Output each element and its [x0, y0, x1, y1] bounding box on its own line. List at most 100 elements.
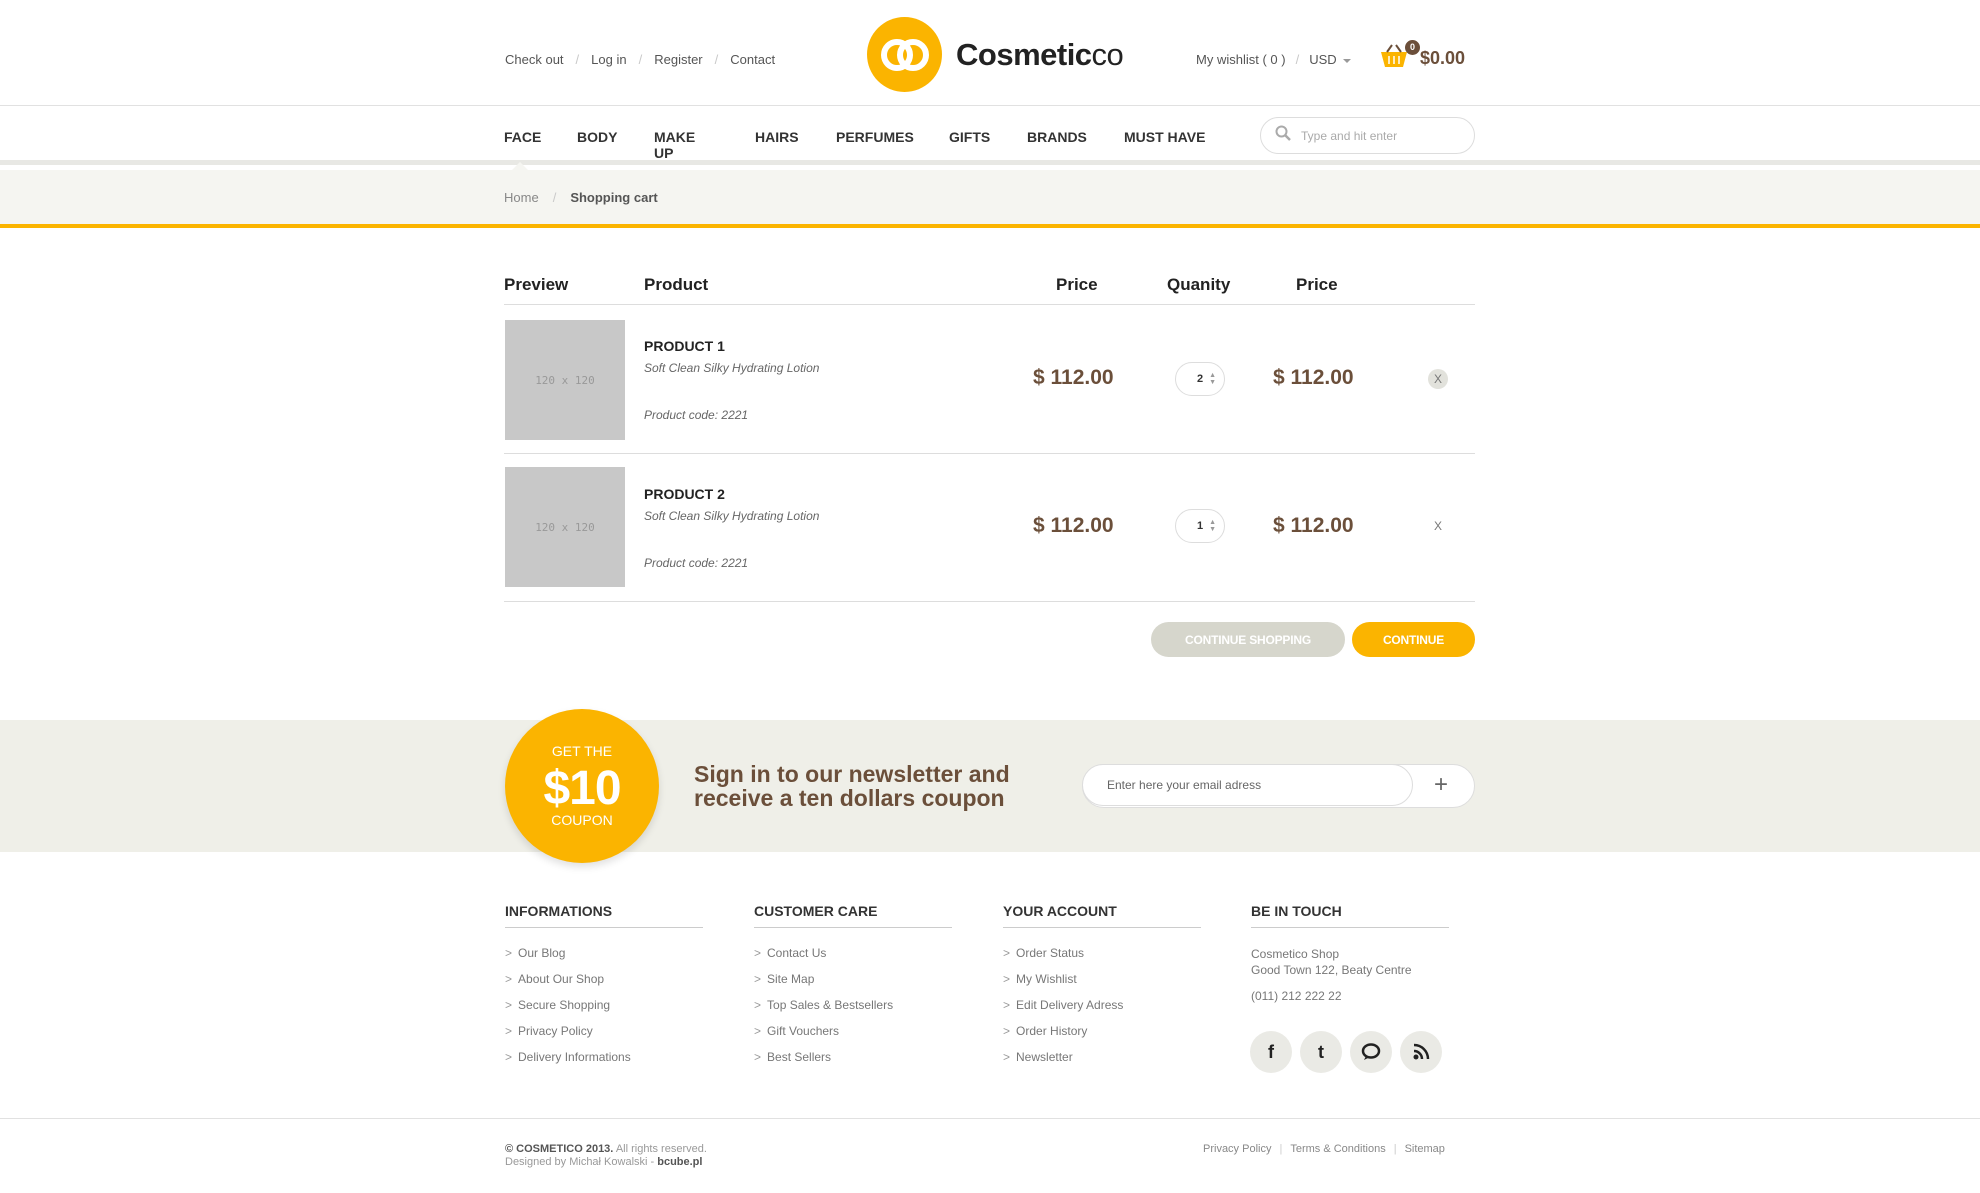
- shop-address: Good Town 122, Beaty Centre: [1251, 963, 1412, 977]
- twitter-icon[interactable]: t: [1300, 1031, 1342, 1073]
- product-name[interactable]: PRODUCT 1: [644, 338, 725, 354]
- header-utilities: My wishlist ( 0 ) / USD: [1196, 52, 1351, 67]
- separator: |: [1279, 1143, 1283, 1155]
- product-name[interactable]: PRODUCT 2: [644, 486, 725, 502]
- footer-link[interactable]: > Privacy Policy: [505, 1024, 703, 1050]
- facebook-icon[interactable]: f: [1250, 1031, 1292, 1073]
- footer-link[interactable]: > Order Status: [1003, 946, 1201, 972]
- chat-icon[interactable]: [1350, 1031, 1392, 1073]
- checkout-link[interactable]: Check out: [505, 52, 564, 67]
- footer-links: > Order Status > My Wishlist > Edit Deliver…: [1003, 946, 1201, 1076]
- footer-link[interactable]: > Newsletter: [1003, 1050, 1201, 1076]
- footer-link[interactable]: > Gift Vouchers: [754, 1024, 952, 1050]
- subscribe-button[interactable]: +: [1434, 773, 1448, 797]
- line-total: $ 112.00: [1273, 366, 1354, 389]
- unit-price: $ 112.00: [1033, 366, 1114, 389]
- quantity-value: 1: [1196, 520, 1204, 532]
- privacy-policy-link[interactable]: Privacy Policy: [1203, 1143, 1271, 1155]
- footer-link-label: Our Blog: [518, 946, 566, 960]
- nav-item-make-up[interactable]: MAKE UP: [654, 129, 695, 161]
- product-code-label: Product code:: [644, 556, 719, 570]
- terms-link[interactable]: Terms & Conditions: [1290, 1143, 1385, 1155]
- nav-item-hairs[interactable]: HAIRS: [755, 129, 799, 145]
- footer-link[interactable]: > Contact Us: [754, 946, 952, 972]
- copyright-rest: All rights reserved.: [615, 1143, 707, 1155]
- nav-item-must-have[interactable]: MUST HAVE: [1124, 129, 1205, 145]
- footer-heading: INFORMATIONS: [505, 903, 703, 928]
- footer-links: > Contact Us > Site Map > Top Sales & Bests…: [754, 946, 952, 1076]
- line-total: $ 112.00: [1273, 514, 1354, 537]
- separator: /: [575, 52, 580, 67]
- footer-link[interactable]: > Edit Delivery Adress: [1003, 998, 1201, 1024]
- breadcrumb-home[interactable]: Home: [504, 190, 539, 205]
- newsletter-heading: Sign in to our newsletter and receive a …: [694, 762, 1010, 810]
- newsletter-line-1: Sign in to our newsletter and: [694, 761, 1010, 787]
- footer-link[interactable]: > Order History: [1003, 1024, 1201, 1050]
- logo[interactable]: Cosmeticco: [867, 17, 1124, 92]
- footer-link[interactable]: > Best Sellers: [754, 1050, 952, 1076]
- shop-phone: (011) 212 222 22: [1251, 989, 1342, 1003]
- footer-link[interactable]: > My Wishlist: [1003, 972, 1201, 998]
- continue-button[interactable]: CONTINUE: [1352, 622, 1475, 657]
- register-link[interactable]: Register: [654, 52, 702, 67]
- footer-link[interactable]: > Our Blog: [505, 946, 703, 972]
- footer-link-label: Privacy Policy: [518, 1024, 593, 1038]
- separator: /: [1295, 52, 1300, 67]
- quantity-stepper[interactable]: 1 ▲ ▼: [1175, 509, 1225, 543]
- footer-heading: BE IN TOUCH: [1251, 903, 1449, 928]
- breadcrumb-bar: Home / Shopping cart: [0, 170, 1980, 228]
- stepper-arrows-icon[interactable]: ▲ ▼: [1209, 519, 1216, 533]
- footer-heading: YOUR ACCOUNT: [1003, 903, 1201, 928]
- logo-rings-icon: [867, 17, 942, 92]
- quantity-value: 2: [1196, 373, 1204, 385]
- product-code-label: Product code:: [644, 408, 719, 422]
- footer-link-label: Best Sellers: [767, 1050, 832, 1064]
- footer-link[interactable]: > Site Map: [754, 972, 952, 998]
- footer-col-be-in-touch: BE IN TOUCH Cosmetico Shop Good Town 122…: [1251, 903, 1449, 1004]
- nav-item-body[interactable]: BODY: [577, 129, 617, 145]
- product-thumbnail[interactable]: 120 x 120: [505, 467, 625, 587]
- login-link[interactable]: Log in: [591, 52, 626, 67]
- coupon-bottom-text: COUPON: [551, 812, 613, 828]
- footer-link-label: Edit Delivery Adress: [1016, 998, 1124, 1012]
- footer-col-informations: INFORMATIONS > Our Blog > About Our Shop >…: [505, 903, 703, 1076]
- sitemap-link[interactable]: Sitemap: [1405, 1143, 1445, 1155]
- quantity-stepper[interactable]: 2 ▲ ▼: [1175, 362, 1225, 396]
- stepper-arrows-icon[interactable]: ▲ ▼: [1209, 372, 1216, 386]
- remove-item-button[interactable]: X: [1428, 369, 1448, 389]
- product-thumbnail[interactable]: 120 x 120: [505, 320, 625, 440]
- newsletter-form: Enter here your email adress +: [1082, 764, 1475, 808]
- footer-link[interactable]: > About Our Shop: [505, 972, 703, 998]
- nav-item-brands[interactable]: BRANDS: [1027, 129, 1087, 145]
- cart-summary[interactable]: 0 $0.00: [1378, 40, 1466, 74]
- footer-col-customer-care: CUSTOMER CARE > Contact Us > Site Map > Top…: [754, 903, 952, 1076]
- designer-link[interactable]: bcube.pl: [657, 1156, 702, 1168]
- copyright-bold: © COSMETICO 2013.: [505, 1143, 614, 1155]
- cart-total: $0.00: [1420, 48, 1466, 68]
- contact-link[interactable]: Contact: [730, 52, 775, 67]
- nav-item-perfumes[interactable]: PERFUMES: [836, 129, 914, 145]
- footer-link[interactable]: > Top Sales & Bestsellers: [754, 998, 952, 1024]
- email-field[interactable]: Enter here your email adress: [1082, 764, 1413, 806]
- currency-select[interactable]: USD: [1309, 52, 1351, 67]
- coupon-badge: GET THE $10 COUPON: [505, 709, 659, 863]
- wishlist-link[interactable]: My wishlist ( 0 ): [1196, 52, 1286, 67]
- footer-link[interactable]: > Secure Shopping: [505, 998, 703, 1024]
- nav-item-face[interactable]: FACE: [504, 129, 541, 145]
- nav-item-gifts[interactable]: GIFTS: [949, 129, 990, 145]
- breadcrumb: Home / Shopping cart: [504, 190, 658, 205]
- product-description: Soft Clean Silky Hydrating Lotion: [644, 361, 820, 375]
- separator: /: [638, 52, 643, 67]
- rss-icon[interactable]: [1400, 1031, 1442, 1073]
- footer-link[interactable]: > Delivery Informations: [505, 1050, 703, 1076]
- separator: /: [552, 190, 557, 205]
- col-header-price: Price: [1056, 275, 1098, 294]
- remove-item-button[interactable]: X: [1428, 516, 1448, 536]
- search-input[interactable]: Type and hit enter: [1260, 117, 1475, 154]
- footer-link-label: Order Status: [1016, 946, 1085, 960]
- continue-shopping-button[interactable]: CONTINUE SHOPPING: [1151, 622, 1345, 657]
- divider: [504, 453, 1475, 454]
- page: Check out / Log in / Register / Contact …: [0, 0, 1980, 1193]
- col-header-quantity: Quanity: [1167, 275, 1231, 294]
- bottom-links: Privacy Policy | Terms & Conditions | Si…: [1203, 1143, 1445, 1155]
